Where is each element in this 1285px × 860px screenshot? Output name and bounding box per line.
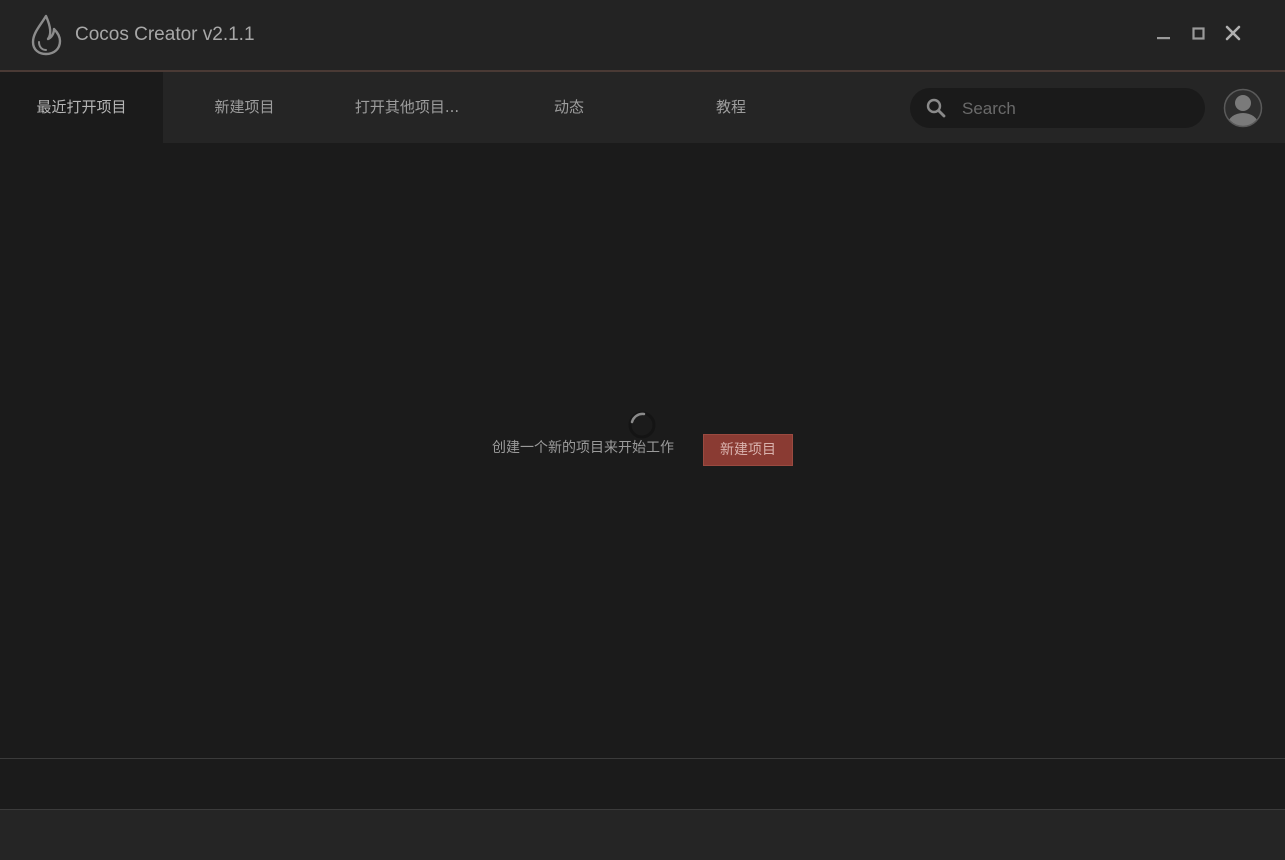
loading-spinner-icon bbox=[627, 410, 657, 440]
empty-state-message: 创建一个新的项目来开始工作 bbox=[492, 440, 674, 456]
maximize-icon[interactable] bbox=[1186, 20, 1212, 46]
tab-label: 新建项目 bbox=[214, 98, 275, 116]
search-box[interactable] bbox=[910, 88, 1205, 130]
search-input[interactable] bbox=[960, 88, 1194, 130]
tab-new-project[interactable]: 新建项目 bbox=[163, 72, 326, 143]
status-bar bbox=[0, 810, 1285, 860]
cocos-dashboard-window: Cocos Creator v2.1.1 最近打开项目 新建项目 打开其他项目.… bbox=[0, 0, 1285, 860]
cocos-logo-icon bbox=[30, 14, 64, 56]
tab-label: 动态 bbox=[553, 98, 584, 116]
user-avatar-icon[interactable] bbox=[1223, 88, 1263, 128]
recent-projects-panel: 创建一个新的项目来开始工作 新建项目 bbox=[0, 143, 1285, 758]
title-bar[interactable]: Cocos Creator v2.1.1 bbox=[0, 0, 1285, 70]
tab-news[interactable]: 动态 bbox=[488, 72, 650, 143]
minimize-icon[interactable] bbox=[1150, 20, 1176, 46]
search-icon bbox=[926, 98, 946, 118]
nav-bar: 最近打开项目 新建项目 打开其他项目... 动态 教程 bbox=[0, 72, 1285, 143]
footer-bar bbox=[0, 759, 1285, 809]
new-project-button[interactable]: 新建项目 bbox=[703, 434, 793, 466]
tab-label: 打开其他项目... bbox=[354, 98, 460, 116]
tab-recent-projects[interactable]: 最近打开项目 bbox=[0, 72, 163, 143]
tab-label: 最近打开项目 bbox=[36, 98, 127, 116]
tab-label: 教程 bbox=[715, 98, 746, 116]
tab-tutorials[interactable]: 教程 bbox=[650, 72, 812, 143]
tab-open-other-project[interactable]: 打开其他项目... bbox=[326, 72, 488, 143]
app-title: Cocos Creator v2.1.1 bbox=[75, 24, 255, 45]
close-icon[interactable] bbox=[1220, 20, 1246, 46]
